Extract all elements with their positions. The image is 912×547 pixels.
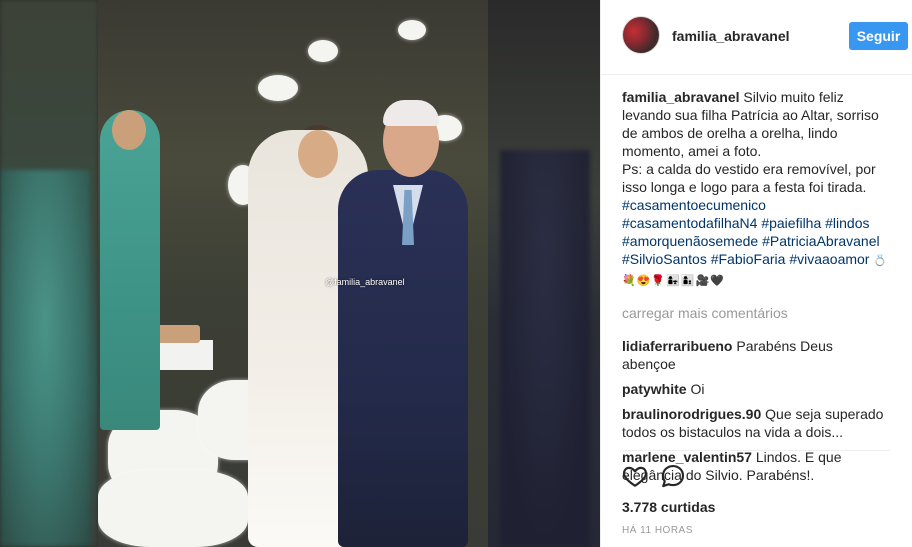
post-actions: 3.778 curtidas HÁ 11 HORAS bbox=[601, 450, 912, 547]
comment-text: Oi bbox=[690, 381, 705, 397]
hashtag[interactable]: #PatriciaAbravanel bbox=[762, 233, 880, 249]
comment: patywhite Oi bbox=[622, 380, 890, 398]
blurred-background-right bbox=[488, 0, 600, 547]
blurred-background-left bbox=[0, 0, 98, 547]
guest-head bbox=[112, 110, 146, 150]
likes-count[interactable]: 3.778 curtidas bbox=[622, 499, 715, 515]
post-sidebar: familia_abravanel Seguir familia_abravan… bbox=[600, 0, 912, 547]
hashtag[interactable]: #SilvioSantos bbox=[622, 251, 707, 267]
follow-button[interactable]: Seguir bbox=[849, 22, 908, 50]
flower-decor bbox=[308, 40, 338, 62]
comments-section: familia_abravanel Silvio muito feliz lev… bbox=[622, 88, 890, 491]
comment: lidiaferraribueno Parabéns Deus abençoe bbox=[622, 337, 890, 373]
emoji-row: 💐😍🌹👩‍👧👩‍👦🎥🖤 bbox=[622, 275, 725, 287]
hashtag[interactable]: #casamentoecumenico bbox=[622, 197, 766, 213]
comment-user[interactable]: lidiaferraribueno bbox=[622, 338, 732, 354]
hashtag[interactable]: #vivaaoamor bbox=[789, 251, 869, 267]
hashtag[interactable]: #FabioFaria bbox=[711, 251, 786, 267]
post-username[interactable]: familia_abravanel bbox=[672, 28, 790, 44]
post-header: familia_abravanel Seguir bbox=[601, 0, 912, 75]
flower-decor bbox=[398, 20, 426, 40]
comment-user[interactable]: patywhite bbox=[622, 381, 687, 397]
load-more-comments[interactable]: carregar mais comentários bbox=[622, 304, 890, 322]
comment-user[interactable]: braulinorodrigues.90 bbox=[622, 406, 761, 422]
flower-decor bbox=[258, 75, 298, 101]
video-watermark: @familia_abravanel bbox=[325, 277, 405, 287]
caption-author[interactable]: familia_abravanel bbox=[622, 89, 740, 105]
hashtag[interactable]: #lindos bbox=[825, 215, 869, 231]
ring-emoji: 💍 bbox=[873, 255, 889, 267]
flower-arrangement bbox=[98, 470, 248, 547]
avatar[interactable] bbox=[622, 16, 660, 54]
hashtag[interactable]: #casamentodafilhaN4 bbox=[622, 215, 757, 231]
heart-icon[interactable] bbox=[622, 463, 648, 489]
hashtag[interactable]: #paiefilha bbox=[761, 215, 821, 231]
divider bbox=[622, 450, 890, 451]
guest-figure bbox=[100, 110, 160, 430]
hashtag[interactable]: #amorquenãosemede bbox=[622, 233, 758, 249]
post-media[interactable]: @familia_abravanel bbox=[0, 0, 600, 547]
comment: braulinorodrigues.90 Que seja superado t… bbox=[622, 405, 890, 441]
caption-ps: Ps: a calda do vestido era removível, po… bbox=[622, 161, 876, 195]
post-caption: familia_abravanel Silvio muito feliz lev… bbox=[622, 88, 890, 290]
father-hair bbox=[383, 100, 439, 126]
video-frame[interactable]: @familia_abravanel bbox=[98, 0, 488, 547]
bride-head bbox=[298, 130, 338, 178]
comment-icon[interactable] bbox=[660, 463, 686, 489]
post-timestamp[interactable]: HÁ 11 HORAS bbox=[622, 525, 693, 536]
